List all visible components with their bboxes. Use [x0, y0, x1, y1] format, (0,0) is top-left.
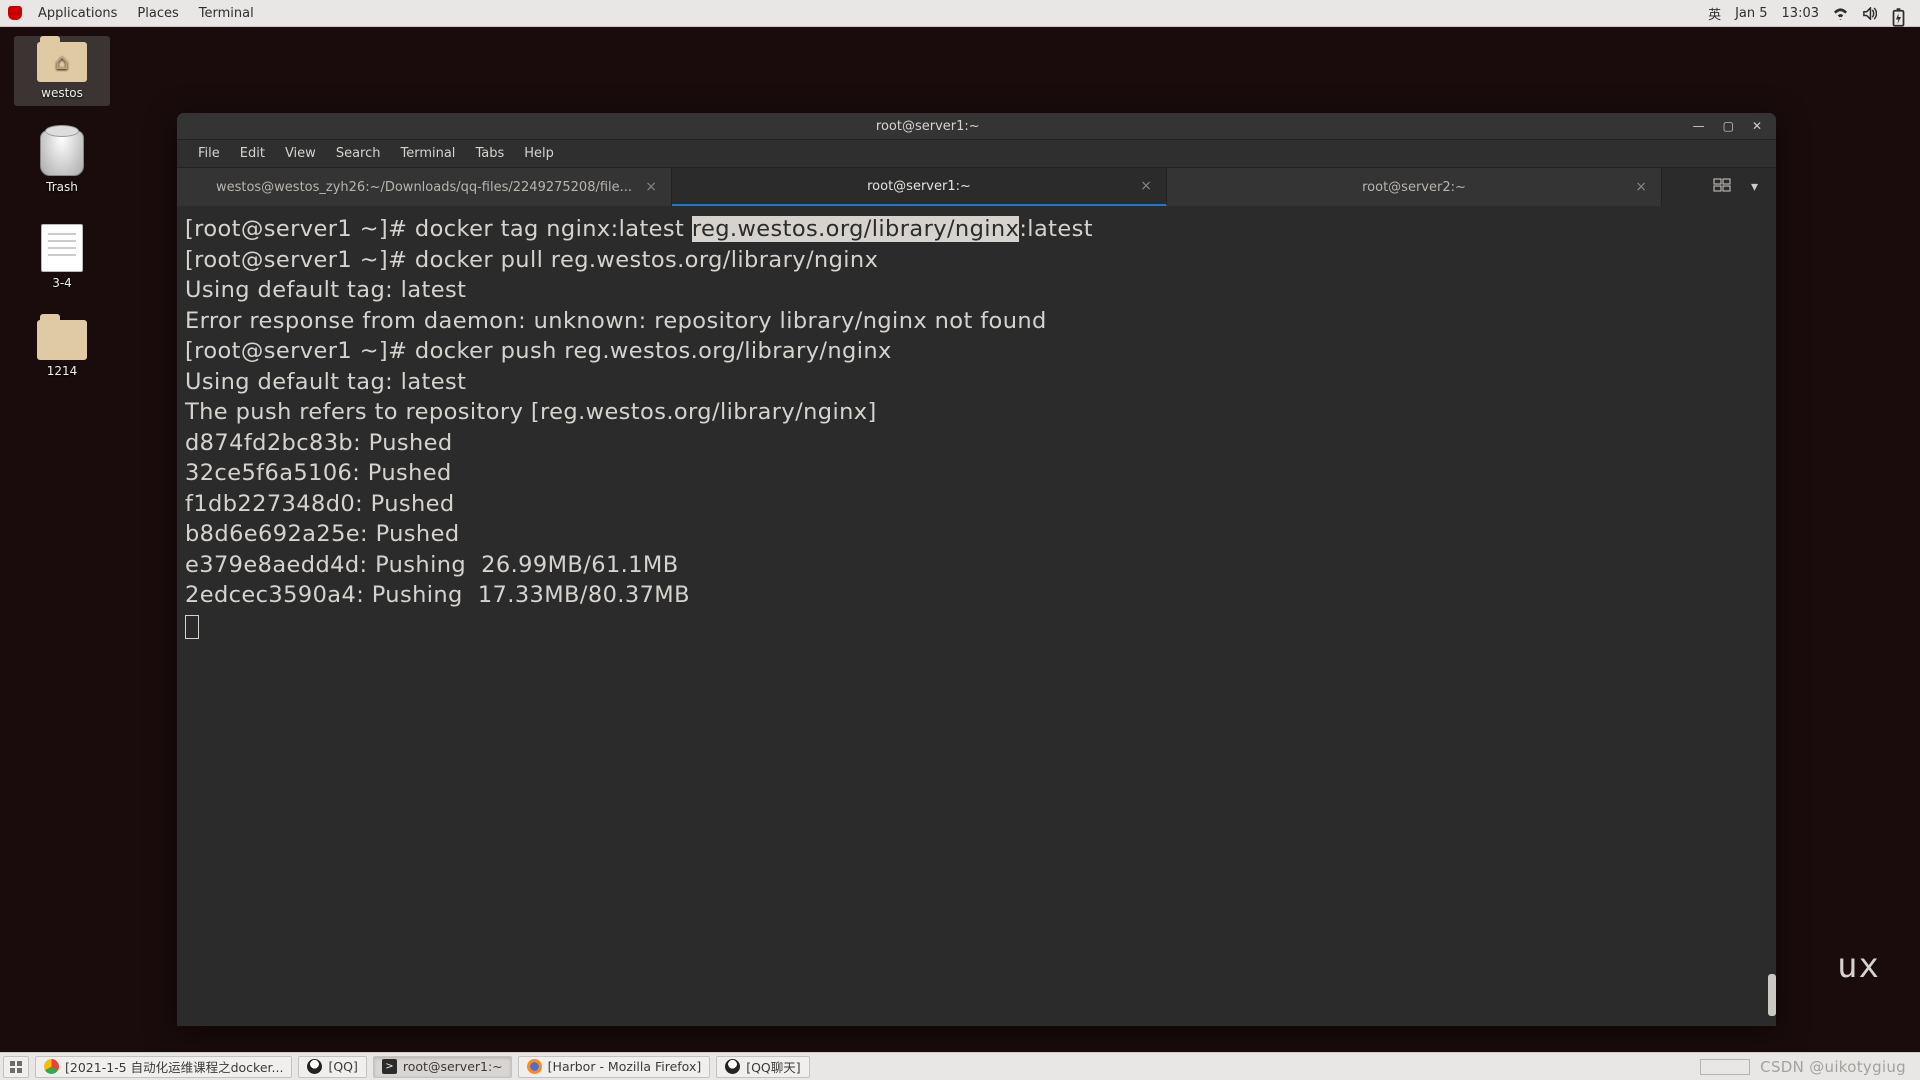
taskbar-item-label: [Harbor - Mozilla Firefox] — [548, 1059, 702, 1074]
ime-indicator[interactable]: 英 — [1708, 4, 1721, 23]
wifi-icon[interactable] — [1833, 7, 1848, 20]
clock-date[interactable]: Jan 5 — [1735, 6, 1767, 21]
terminal-window: root@server1:~ — ▢ ✕ File Edit View Sear… — [177, 113, 1776, 1026]
watermark-ux: ux — [1837, 946, 1880, 986]
window-close-button[interactable]: ✕ — [1752, 119, 1762, 133]
desktop-icon-label: 3-4 — [52, 276, 72, 290]
scrollbar-thumb[interactable] — [1768, 974, 1776, 1016]
menu-help[interactable]: Help — [515, 143, 563, 164]
tab-close-icon[interactable]: × — [1140, 178, 1152, 194]
taskbar-item-qq[interactable]: [QQ] — [298, 1056, 366, 1078]
menu-edit[interactable]: Edit — [231, 143, 274, 164]
taskbar-item-firefox[interactable]: [Harbor - Mozilla Firefox] — [518, 1056, 711, 1078]
gnome-topbar: Applications Places Terminal 英 Jan 5 13:… — [0, 0, 1920, 27]
taskbar-item-label: [QQ] — [328, 1059, 357, 1074]
folder-icon — [37, 320, 87, 360]
desktop-icons: westos Trash 3-4 1214 — [14, 36, 110, 384]
terminal-menubar: File Edit View Search Terminal Tabs Help — [177, 140, 1776, 168]
menu-places[interactable]: Places — [127, 6, 188, 21]
redhat-icon — [8, 6, 22, 20]
terminal-cursor — [185, 615, 199, 639]
qq-icon — [725, 1059, 740, 1074]
menu-terminal[interactable]: Terminal — [189, 6, 264, 21]
show-desktop-button[interactable] — [3, 1056, 29, 1078]
desktop-icon-label: Trash — [46, 180, 78, 194]
tab-close-icon[interactable]: × — [1635, 179, 1647, 195]
tab-label: root@server2:~ — [1362, 180, 1466, 195]
desktop-icon-folder[interactable]: 1214 — [14, 314, 110, 384]
tab-close-icon[interactable]: × — [645, 179, 657, 195]
document-icon — [41, 224, 83, 272]
tab-menu-icon[interactable]: ▾ — [1751, 179, 1758, 195]
desktop-icon-westos[interactable]: westos — [14, 36, 110, 106]
window-title: root@server1:~ — [177, 119, 1679, 134]
csdn-watermark: CSDN @uikotygiug — [1760, 1058, 1906, 1076]
taskbar-item-label: root@server1:~ — [403, 1059, 503, 1074]
menu-terminal[interactable]: Terminal — [391, 143, 464, 164]
menu-file[interactable]: File — [189, 143, 229, 164]
taskbar-item-chrome[interactable]: [2021-1-5 自动化运维课程之docker... — [35, 1056, 292, 1078]
window-maximize-button[interactable]: ▢ — [1723, 119, 1734, 133]
desktop-icon-trash[interactable]: Trash — [14, 124, 110, 200]
terminal-tab-1[interactable]: westos@westos_zyh26:~/Downloads/qq-files… — [177, 168, 672, 206]
terminal-icon — [382, 1059, 397, 1074]
desktop-icon-label: westos — [41, 86, 83, 100]
terminal-tab-3[interactable]: root@server2:~ × — [1167, 168, 1662, 206]
taskbar-item-terminal[interactable]: root@server1:~ — [373, 1056, 512, 1078]
menu-view[interactable]: View — [276, 143, 325, 164]
terminal-tabbar: westos@westos_zyh26:~/Downloads/qq-files… — [177, 168, 1776, 206]
system-tray: 英 Jan 5 13:03 — [1708, 4, 1912, 23]
tray-box[interactable] — [1700, 1059, 1750, 1075]
chrome-icon — [44, 1059, 59, 1074]
clock-time[interactable]: 13:03 — [1782, 6, 1819, 21]
firefox-icon — [527, 1059, 542, 1074]
taskbar-item-qqchat[interactable]: [QQ聊天] — [716, 1056, 809, 1078]
qq-icon — [307, 1059, 322, 1074]
broadcast-icon[interactable] — [1713, 178, 1731, 196]
desktop-icon-doc[interactable]: 3-4 — [14, 218, 110, 296]
battery-icon[interactable] — [1891, 7, 1906, 20]
volume-icon[interactable] — [1862, 7, 1877, 20]
menu-applications[interactable]: Applications — [28, 6, 127, 21]
menu-search[interactable]: Search — [327, 143, 390, 164]
terminal-tab-2[interactable]: root@server1:~ × — [672, 168, 1167, 206]
menu-tabs[interactable]: Tabs — [466, 143, 513, 164]
taskbar-item-label: [2021-1-5 自动化运维课程之docker... — [65, 1057, 283, 1076]
trash-icon — [40, 130, 84, 176]
tab-label: westos@westos_zyh26:~/Downloads/qq-files… — [216, 180, 632, 195]
terminal-output[interactable]: [root@server1 ~]# docker tag nginx:lates… — [177, 206, 1776, 1026]
window-minimize-button[interactable]: — — [1693, 119, 1705, 133]
taskbar-item-label: [QQ聊天] — [746, 1057, 800, 1076]
window-titlebar[interactable]: root@server1:~ — ▢ ✕ — [177, 113, 1776, 140]
desktop-icon-label: 1214 — [47, 364, 78, 378]
bottom-taskbar: [2021-1-5 自动化运维课程之docker... [QQ] root@se… — [0, 1052, 1920, 1080]
folder-icon — [37, 42, 87, 82]
tab-label: root@server1:~ — [867, 179, 971, 194]
